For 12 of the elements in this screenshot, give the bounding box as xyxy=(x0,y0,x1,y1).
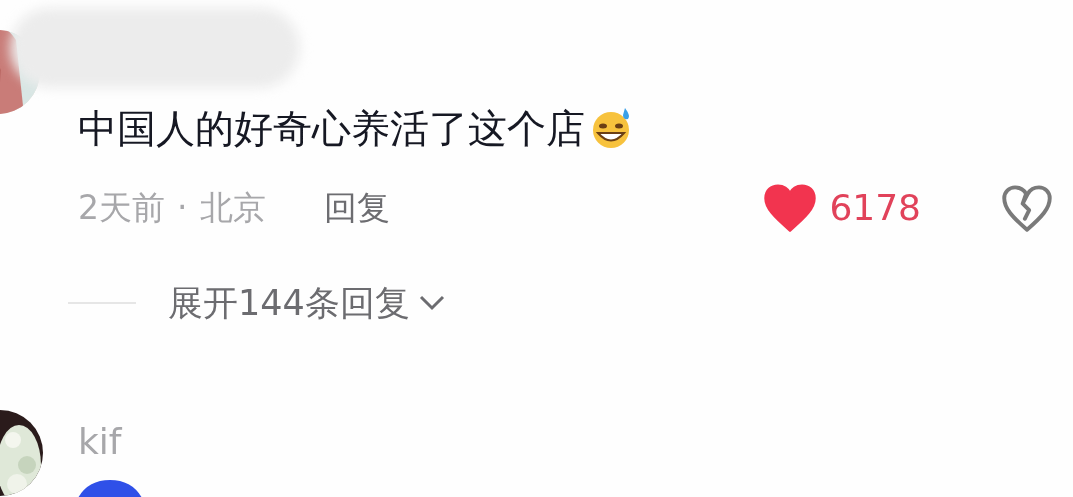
expand-replies-button[interactable]: 展开144条回复 xyxy=(168,276,446,330)
reply-button[interactable]: 回复 xyxy=(323,183,390,233)
chevron-down-icon xyxy=(417,294,446,312)
partial-sticker-icon xyxy=(78,478,142,497)
comment-time: 2天前 xyxy=(78,187,165,230)
broken-heart-icon[interactable] xyxy=(1001,184,1053,232)
comment-text: 中国人的好奇心养活了这个店 xyxy=(78,108,585,148)
separator: · xyxy=(177,187,188,230)
comment-location: 北京 xyxy=(199,187,266,230)
heart-icon[interactable] xyxy=(763,184,818,232)
like-count: 6178 xyxy=(829,186,921,230)
username: kif xyxy=(78,424,123,460)
